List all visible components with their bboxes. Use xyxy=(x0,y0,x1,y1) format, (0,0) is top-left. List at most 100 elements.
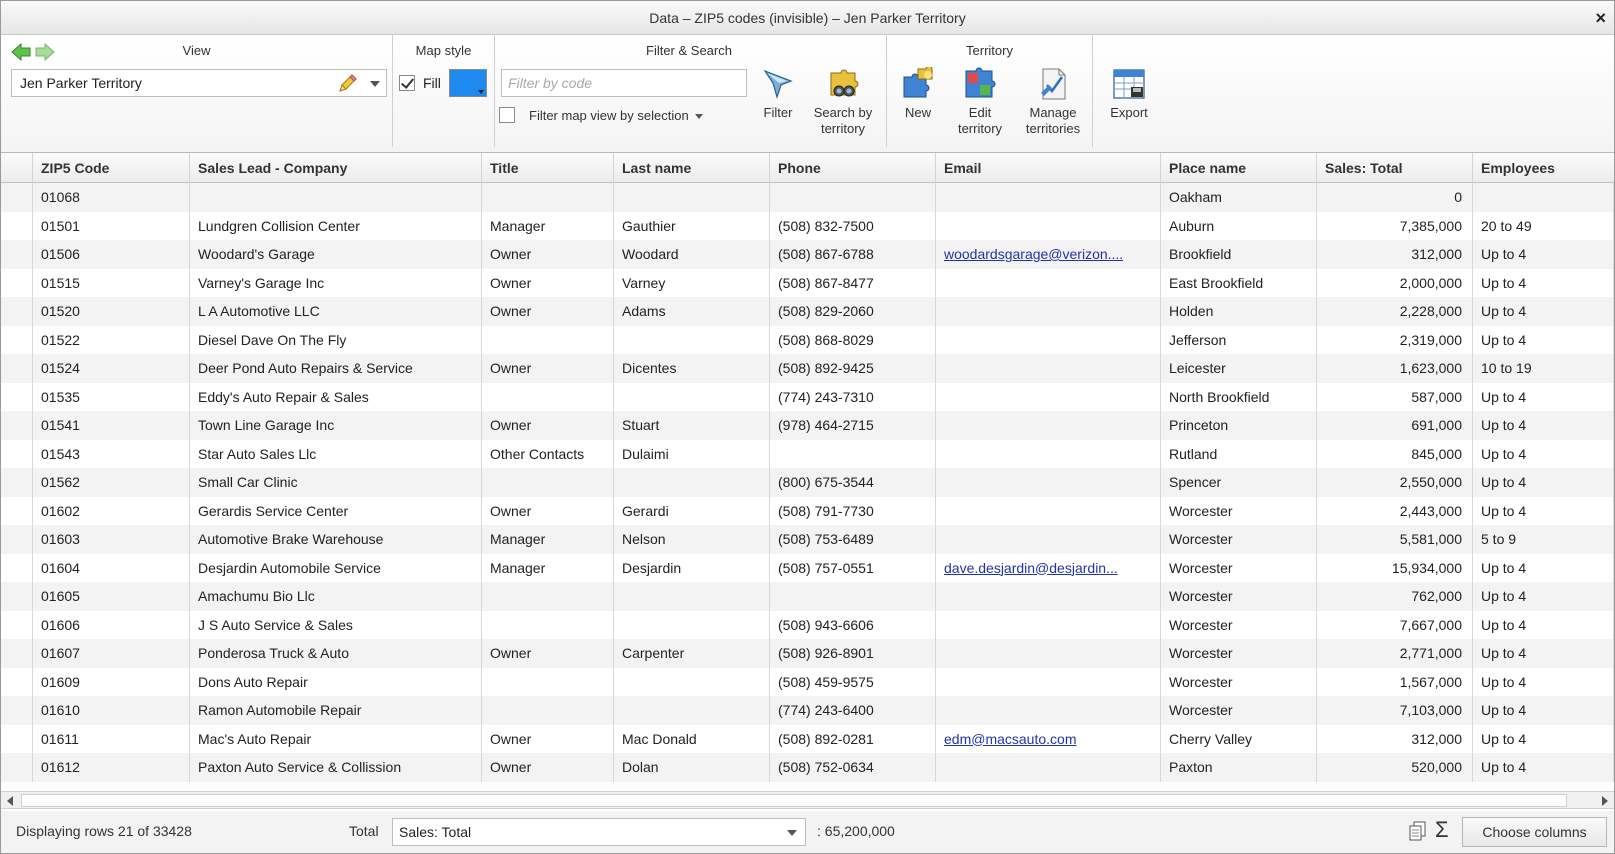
col-header-title[interactable]: Title xyxy=(482,153,614,183)
cell-email xyxy=(936,354,1161,383)
table-row[interactable]: 01068 Oakham 0 xyxy=(1,183,1614,212)
row-selector[interactable] xyxy=(1,297,33,326)
total-value: : 65,200,000 xyxy=(817,823,895,839)
table-row[interactable]: 01609 Dons Auto Repair (508) 459-9575 Worce… xyxy=(1,667,1614,696)
email-link[interactable]: dave.desjardin@desjardin... xyxy=(944,560,1118,576)
table-row[interactable]: 01524 Deer Pond Auto Repairs & Service Own… xyxy=(1,354,1614,383)
table-row[interactable]: 01506 Woodard's Garage Owner Woodard (508) 8… xyxy=(1,240,1614,269)
table-row[interactable]: 01520 L A Automotive LLC Owner Adams (508) 8… xyxy=(1,297,1614,326)
col-header-employees[interactable]: Employees xyxy=(1473,153,1614,183)
choose-columns-button[interactable]: Choose columns xyxy=(1462,817,1607,847)
col-header-sales[interactable]: Sales: Total xyxy=(1317,153,1473,183)
col-header-email[interactable]: Email xyxy=(936,153,1161,183)
row-selector[interactable] xyxy=(1,268,33,297)
cell-phone: (774) 243-7310 xyxy=(770,382,936,411)
table-row[interactable]: 01541 Town Line Garage Inc Owner Stuart (978… xyxy=(1,411,1614,440)
table-row[interactable]: 01543 Star Auto Sales Llc Other Contacts Du… xyxy=(1,439,1614,468)
table-row[interactable]: 01610 Ramon Automobile Repair (774) 243-64… xyxy=(1,696,1614,725)
row-selector[interactable] xyxy=(1,439,33,468)
cell-phone: (508) 892-0281 xyxy=(770,724,936,753)
row-selector[interactable] xyxy=(1,240,33,269)
grid-header: ZIP5 Code Sales Lead - Company Title Las… xyxy=(1,153,1614,183)
sigma-icon[interactable]: Σ xyxy=(1435,817,1449,843)
table-row[interactable]: 01604 Desjardin Automobile Service Manager… xyxy=(1,553,1614,582)
ribbon-toolbar: View Jen Parker Territory Map style Fill xyxy=(1,35,1614,153)
table-row[interactable]: 01535 Eddy's Auto Repair & Sales (774) 243… xyxy=(1,382,1614,411)
row-selector[interactable] xyxy=(1,753,33,782)
table-row[interactable]: 01522 Diesel Dave On The Fly (508) 868-802… xyxy=(1,325,1614,354)
manage-territories-button[interactable]: Manage territories xyxy=(1015,67,1091,137)
search-by-territory-button[interactable]: Search by territory xyxy=(807,67,879,137)
row-selector[interactable] xyxy=(1,183,33,212)
cell-email: woodardsgarage@verizon.... xyxy=(936,240,1161,269)
table-row[interactable]: 01603 Automotive Brake Warehouse Manager Ne… xyxy=(1,525,1614,554)
cell-phone: (508) 757-0551 xyxy=(770,553,936,582)
row-selector[interactable] xyxy=(1,639,33,668)
cell-company: L A Automotive LLC xyxy=(190,297,482,326)
email-link[interactable]: woodardsgarage@verizon.... xyxy=(944,246,1123,262)
row-selector[interactable] xyxy=(1,496,33,525)
edit-territory-button[interactable]: Edit territory xyxy=(949,67,1011,137)
table-row[interactable]: 01605 Amachumu Bio Llc Worcester 762,000 Up … xyxy=(1,582,1614,611)
row-selector[interactable] xyxy=(1,582,33,611)
view-select[interactable]: Jen Parker Territory xyxy=(11,69,387,97)
filter-by-selection-checkbox[interactable] xyxy=(499,107,515,123)
edit-view-pencil-icon[interactable] xyxy=(336,73,358,95)
cell-zip: 01068 xyxy=(33,183,190,212)
table-row[interactable]: 01606 J S Auto Service & Sales (508) 943-6… xyxy=(1,610,1614,639)
col-header-zip[interactable]: ZIP5 Code xyxy=(33,153,190,183)
chevron-down-icon xyxy=(694,114,703,120)
scroll-right-icon[interactable] xyxy=(1602,796,1608,806)
table-row[interactable]: 01607 Ponderosa Truck & Auto Owner Carpente… xyxy=(1,639,1614,668)
cell-sales: 7,667,000 xyxy=(1317,610,1473,639)
col-header-phone[interactable]: Phone xyxy=(770,153,936,183)
row-selector[interactable] xyxy=(1,525,33,554)
table-row[interactable]: 01612 Paxton Auto Service & Collission Own… xyxy=(1,753,1614,782)
total-label: Total xyxy=(349,823,379,839)
cell-zip: 01515 xyxy=(33,268,190,297)
row-selector[interactable] xyxy=(1,553,33,582)
scroll-left-icon[interactable] xyxy=(7,796,13,806)
cell-place: Brookfield xyxy=(1161,240,1317,269)
table-row[interactable]: 01602 Gerardis Service Center Owner Gerardi… xyxy=(1,496,1614,525)
horizontal-scrollbar[interactable] xyxy=(1,791,1614,809)
row-selector[interactable] xyxy=(1,610,33,639)
data-grid[interactable]: 01068 Oakham 0 01501 Lundgren Collision Cent… xyxy=(1,183,1614,790)
cell-place: Worcester xyxy=(1161,667,1317,696)
export-button[interactable]: Export xyxy=(1097,67,1161,121)
row-selector[interactable] xyxy=(1,354,33,383)
table-row[interactable]: 01501 Lundgren Collision Center Manager Gau… xyxy=(1,211,1614,240)
close-icon[interactable]: × xyxy=(1595,1,1606,35)
col-header-company[interactable]: Sales Lead - Company xyxy=(190,153,482,183)
fill-color-picker[interactable] xyxy=(449,69,487,97)
table-row[interactable]: 01611 Mac's Auto Repair Owner Mac Donald (50… xyxy=(1,724,1614,753)
filter-by-selection-label: Filter map view by selection xyxy=(529,108,689,123)
cell-company: Woodard's Garage xyxy=(190,240,482,269)
new-territory-button[interactable]: New xyxy=(893,67,943,121)
cell-sales: 2,443,000 xyxy=(1317,496,1473,525)
row-selector[interactable] xyxy=(1,325,33,354)
cell-last xyxy=(614,582,770,611)
row-selector[interactable] xyxy=(1,411,33,440)
total-field-select[interactable]: Sales: Total xyxy=(392,818,806,846)
row-selector[interactable] xyxy=(1,468,33,497)
row-selector[interactable] xyxy=(1,211,33,240)
row-selector[interactable] xyxy=(1,667,33,696)
cell-title xyxy=(482,582,614,611)
chevron-down-icon[interactable] xyxy=(370,81,380,87)
filter-button[interactable]: Filter xyxy=(753,67,803,121)
email-link[interactable]: edm@macsauto.com xyxy=(944,731,1076,747)
row-selector[interactable] xyxy=(1,696,33,725)
copy-icon[interactable] xyxy=(1409,821,1427,841)
filter-by-selection-dropdown[interactable]: Filter map view by selection xyxy=(529,108,703,123)
table-row[interactable]: 01562 Small Car Clinic (800) 675-3544 Spenc… xyxy=(1,468,1614,497)
col-header-last-name[interactable]: Last name xyxy=(614,153,770,183)
row-selector[interactable] xyxy=(1,382,33,411)
table-row[interactable]: 01515 Varney's Garage Inc Owner Varney (508)… xyxy=(1,268,1614,297)
scrollbar-thumb[interactable] xyxy=(21,794,1567,807)
chevron-down-icon[interactable] xyxy=(787,830,797,836)
fill-checkbox[interactable] xyxy=(399,75,415,91)
filter-by-code-input[interactable] xyxy=(501,69,747,97)
col-header-place[interactable]: Place name xyxy=(1161,153,1317,183)
row-selector[interactable] xyxy=(1,724,33,753)
